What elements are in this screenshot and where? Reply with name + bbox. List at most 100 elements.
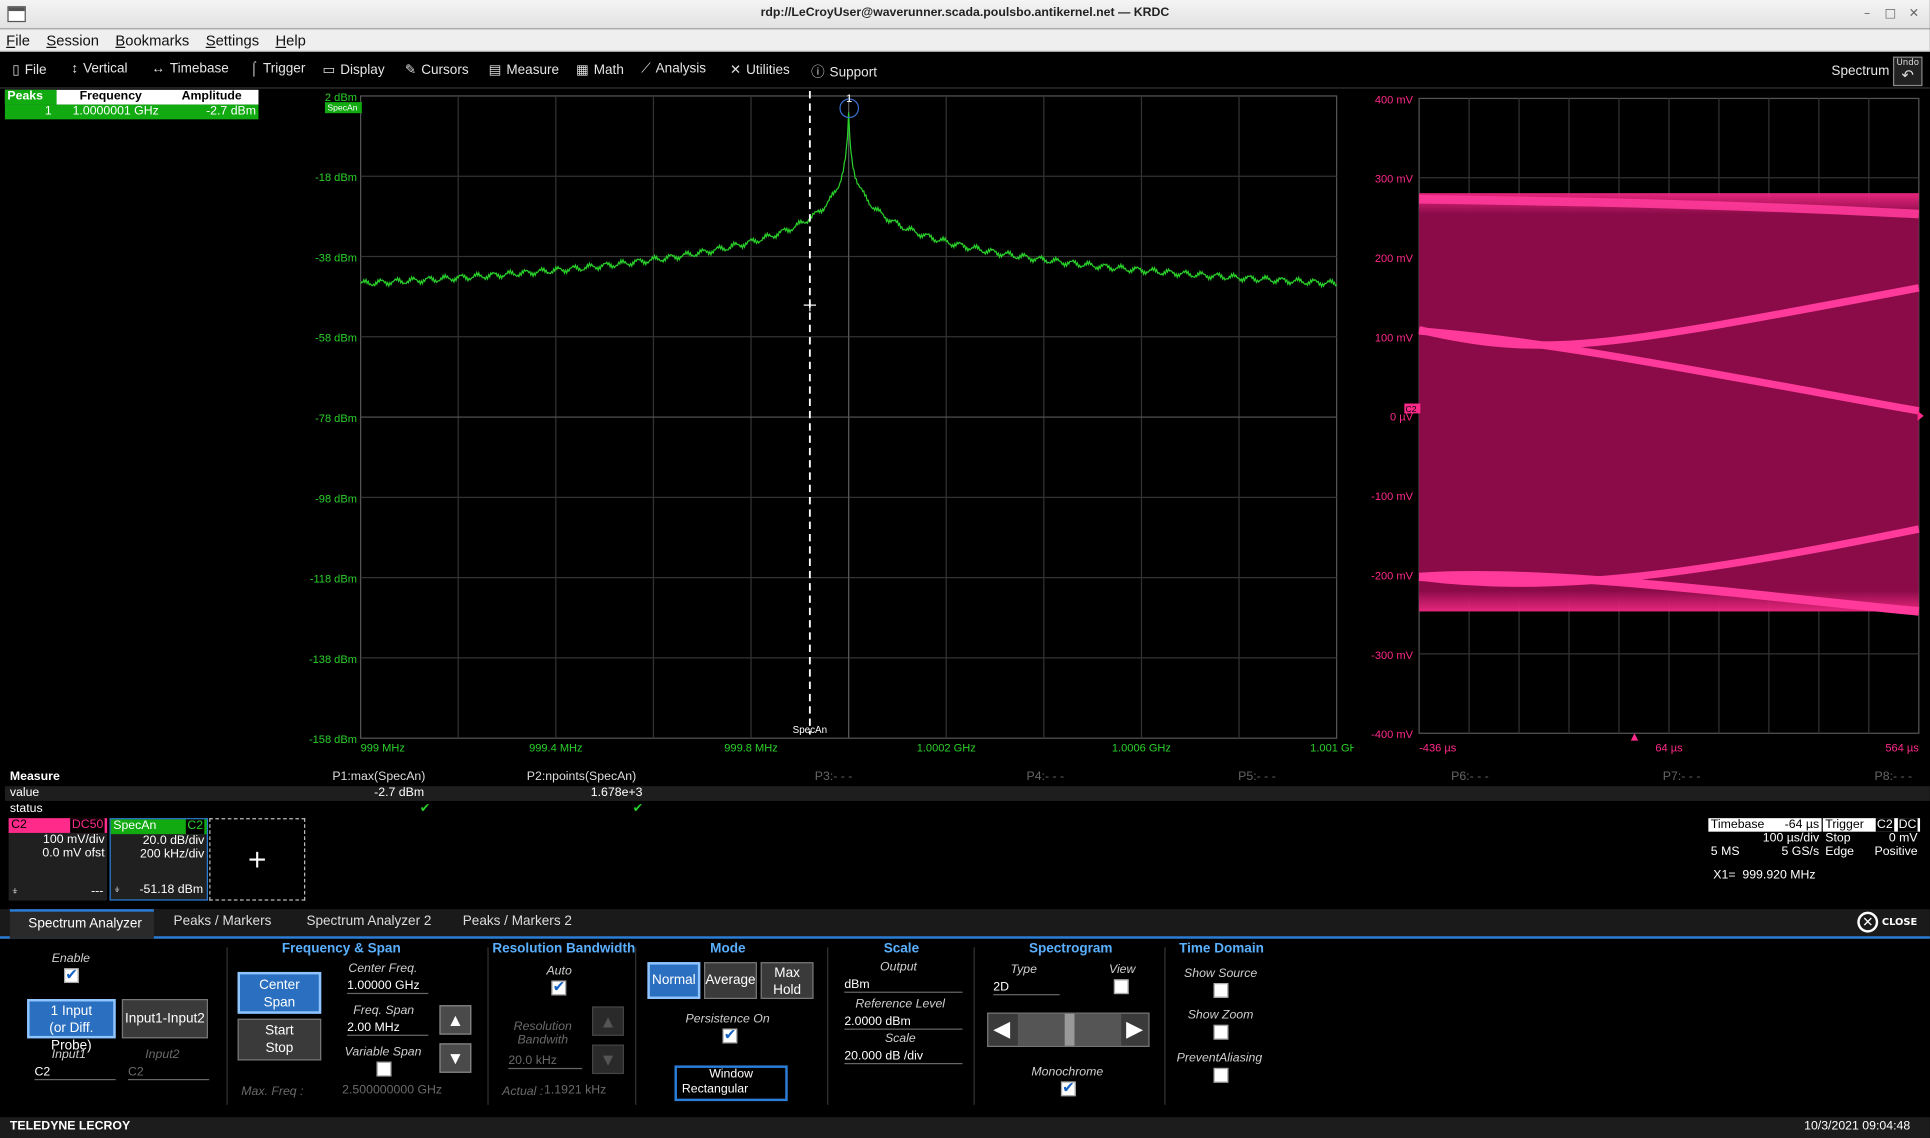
tab-peaks-markers[interactable]: Peaks / Markers	[174, 914, 272, 929]
rbw-field[interactable]: 20.0 kHz	[508, 1054, 583, 1070]
minimize-button[interactable]: –	[1860, 7, 1875, 22]
menu-settings[interactable]: Settings	[200, 30, 266, 49]
dialog-tabs: Spectrum Analyzer Peaks / Markers Spectr…	[0, 909, 1930, 939]
tb-measure[interactable]: ▤ Measure	[489, 62, 559, 78]
crosshair-icon	[803, 298, 817, 312]
param-p2[interactable]: P2:npoints(SpecAn)	[527, 770, 636, 784]
param-p4[interactable]: P4:- - -	[1026, 770, 1064, 784]
spectrogram-slider[interactable]: ◀ ▶	[987, 1012, 1150, 1047]
monochrome-checkbox[interactable]	[1060, 1079, 1076, 1097]
measure-title: Measure	[9, 770, 60, 784]
tab-peaks-markers-2[interactable]: Peaks / Markers 2	[463, 914, 572, 929]
rbw-up-button[interactable]: ▲	[592, 1006, 625, 1036]
persistence-checkbox[interactable]	[722, 1026, 738, 1044]
add-trace-button[interactable]: +	[209, 818, 306, 901]
time-domain-title: Time Domain	[1179, 941, 1264, 956]
max-freq-label: Max. Freq :	[241, 1085, 304, 1099]
undo-button[interactable]: Undo ↶	[1892, 56, 1923, 87]
timebase-header: Timebase -64 µs	[1708, 818, 1822, 832]
close-window-button[interactable]: ✕	[1907, 7, 1922, 22]
prevent-aliasing-checkbox[interactable]	[1213, 1067, 1229, 1083]
math-icon: ▦	[576, 62, 589, 78]
spectrum-plot[interactable]: 2 dBm-18 dBm-38 dBm-58 dBm-78 dBm-98 dBm…	[283, 89, 1354, 760]
spectrogram-type-select[interactable]: 2D	[993, 981, 1060, 996]
cursors-icon: ✎	[404, 62, 417, 78]
rbw-auto-checkbox[interactable]	[551, 978, 567, 996]
mode-average-button[interactable]: Average	[704, 962, 757, 1000]
slider-thumb[interactable]	[1064, 1013, 1075, 1046]
table-row[interactable]: 1 1.0000001 GHz -2.7 dBm	[4, 104, 259, 120]
param-p5[interactable]: P5:- - -	[1238, 770, 1276, 784]
center-span-button[interactable]: Center Span	[237, 971, 322, 1014]
param-p3[interactable]: P3:- - -	[815, 770, 853, 784]
menu-file[interactable]: File	[0, 30, 36, 49]
show-zoom-checkbox[interactable]	[1213, 1024, 1229, 1040]
eye-plot[interactable]: 400 mV300 mV200 mV100 mV0 µV-100 mV-200 …	[1360, 89, 1930, 760]
spectrum-analyzer-panel: Enable 1 Input(or Diff. Probe) Input1-In…	[0, 939, 1930, 1116]
param-p6[interactable]: P6:- - -	[1451, 770, 1489, 784]
trigger-box[interactable]: Trigger C2 DC Stop 0 mV Edge Positive	[1822, 818, 1921, 867]
tb-vertical[interactable]: ↕ Vertical	[71, 62, 127, 77]
enable-checkbox[interactable]	[64, 966, 79, 984]
one-input-button[interactable]: 1 Input (or Diff. Probe)	[27, 999, 116, 1053]
start-stop-button[interactable]: Start Stop	[237, 1018, 322, 1061]
show-source-label: Show Source	[1184, 967, 1258, 981]
tb-cursors[interactable]: ✎ Cursors	[405, 62, 469, 78]
tab-spectrum-analyzer-2[interactable]: Spectrum Analyzer 2	[306, 914, 431, 929]
tb-analysis[interactable]: ⟋ Analysis	[641, 62, 706, 78]
scale-field[interactable]: 20.000 dB /div	[844, 1049, 963, 1065]
eye-channel-tag: C2	[1406, 404, 1417, 414]
output-select[interactable]: dBm	[844, 978, 963, 993]
stop-label: Stop	[265, 1040, 294, 1056]
spectrogram-type-label: Type	[1010, 963, 1037, 977]
menu-session[interactable]: Session	[40, 30, 105, 49]
span-down-button[interactable]: ▼	[439, 1043, 472, 1073]
menu-bookmarks[interactable]: Bookmarks	[109, 30, 195, 49]
show-source-checkbox[interactable]	[1213, 983, 1229, 998]
trigger-mode: Stop	[1825, 831, 1851, 846]
tb-file[interactable]: ▯ File	[12, 62, 46, 78]
triangle-down-icon: ▼	[599, 1049, 617, 1070]
tb-math[interactable]: ▦ Math	[576, 62, 624, 78]
close-dialog-button[interactable]: ✕ CLOSE	[1857, 911, 1917, 933]
max-freq-value: 2.500000000 GHz	[342, 1083, 443, 1098]
tb-support[interactable]: ⓘ Support	[811, 62, 877, 82]
menu-help[interactable]: Help	[269, 30, 312, 49]
freq-span-field[interactable]: 2.00 MHz	[347, 1021, 429, 1036]
x-tick-label: 999.4 MHz	[529, 743, 583, 755]
tb-display[interactable]: ▭ Display	[322, 62, 384, 78]
input1-select[interactable]: C2	[34, 1065, 116, 1081]
tb-trigger[interactable]: ⌠ Trigger	[250, 62, 306, 77]
separator	[635, 947, 637, 1105]
mode-maxhold-button[interactable]: Max Hold	[760, 962, 814, 1000]
ref-level-field[interactable]: 2.0000 dBm	[844, 1015, 963, 1030]
arrow-right-icon[interactable]: ▶	[1126, 1016, 1143, 1042]
channel-specan-box[interactable]: SpecAn C2 20.0 dB/div 200 kHz/div ⍖ -51.18…	[109, 818, 209, 901]
input2-select[interactable]: C2	[128, 1065, 210, 1081]
spectrogram-view-checkbox[interactable]	[1113, 979, 1129, 995]
center-freq-label: Center Freq.	[348, 962, 418, 976]
center-freq-field[interactable]: 1.00000 GHz	[347, 979, 429, 995]
tab-spectrum-analyzer[interactable]: Spectrum Analyzer	[9, 909, 154, 939]
x1-label: X1=	[1713, 868, 1736, 883]
rbw-down-button[interactable]: ▼	[592, 1044, 625, 1075]
param-p8[interactable]: P8:- - -	[1875, 770, 1913, 784]
tb-utilities[interactable]: ✕ Utilities	[730, 62, 790, 78]
channel-c2-box[interactable]: C2 DC50 100 mV/div 0.0 mV ofst ⍖ ---	[8, 818, 108, 901]
separator	[487, 947, 489, 1105]
measure-value-label: value	[9, 786, 40, 800]
tb-utilities-label: Utilities	[746, 62, 790, 78]
mode-normal-button[interactable]: Normal	[647, 962, 701, 1000]
persistence-label: Persistence On	[685, 1012, 770, 1027]
arrow-left-icon[interactable]: ◀	[993, 1016, 1010, 1042]
maximize-button[interactable]: □	[1883, 7, 1898, 22]
window-select[interactable]: Window Rectangular	[674, 1065, 788, 1102]
param-p7[interactable]: P7:- - -	[1663, 770, 1701, 784]
p1-value: -2.7 dBm	[374, 786, 425, 800]
input-difference-button[interactable]: Input1-Input2	[121, 999, 209, 1039]
variable-span-checkbox[interactable]	[376, 1061, 392, 1077]
param-p1[interactable]: P1:max(SpecAn)	[332, 770, 425, 784]
span-up-button[interactable]: ▲	[439, 1005, 472, 1035]
tb-timebase[interactable]: ↔ Timebase	[151, 62, 228, 77]
timebase-box[interactable]: Timebase -64 µs 100 µs/div 5 MS 5 GS/s	[1708, 818, 1822, 867]
